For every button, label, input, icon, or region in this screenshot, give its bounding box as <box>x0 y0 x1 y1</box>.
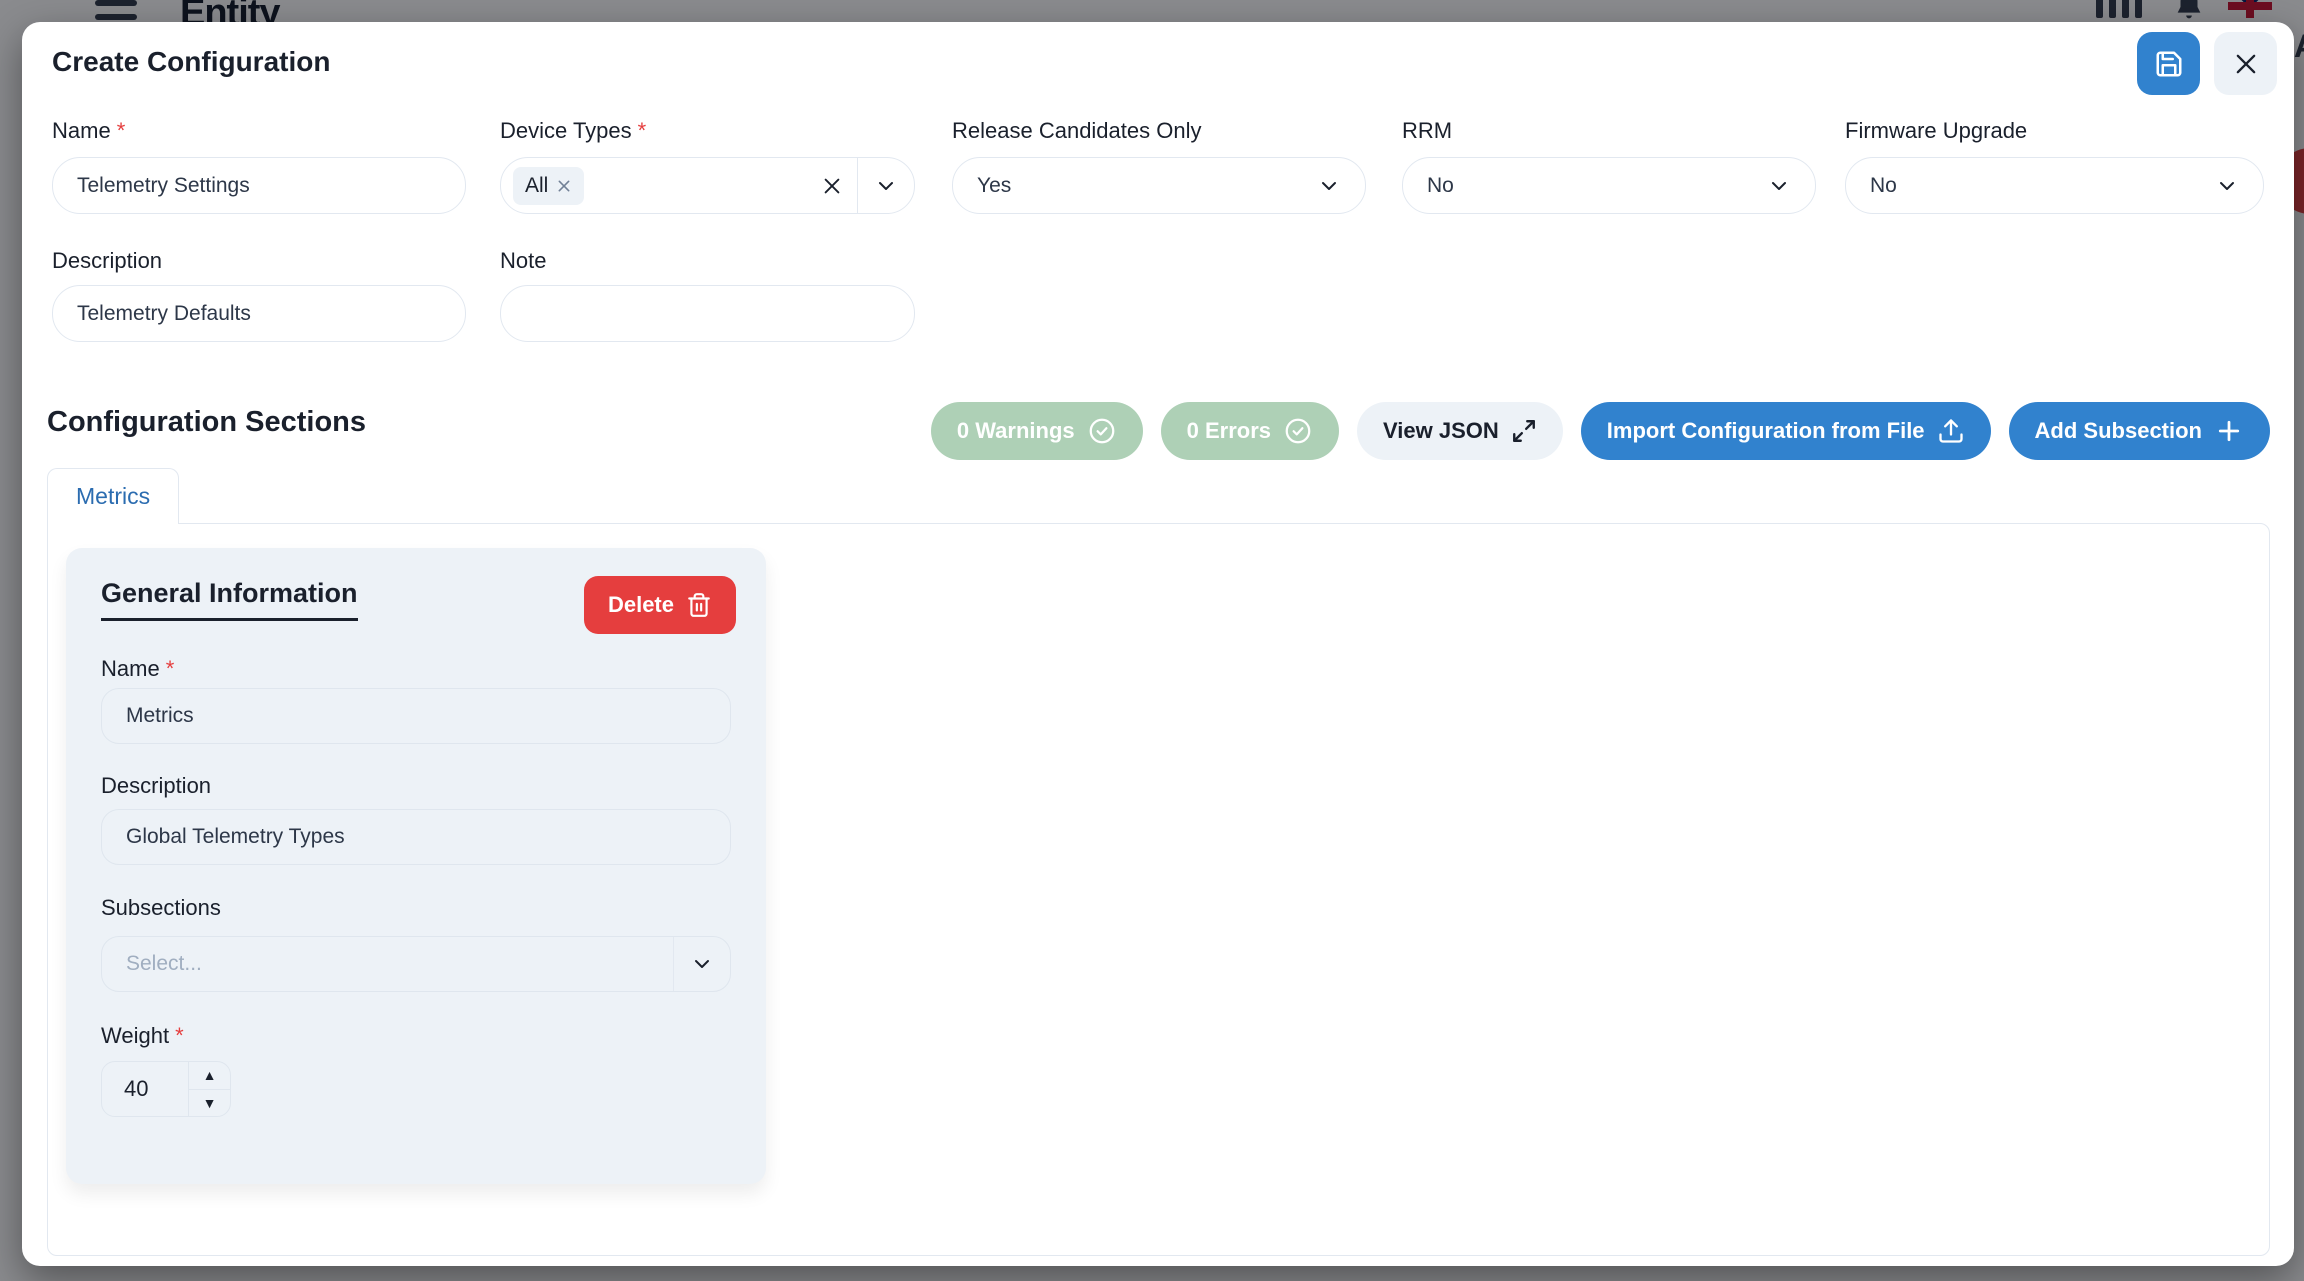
delete-section-button[interactable]: Delete <box>584 576 736 634</box>
subsections-label: Subsections <box>101 895 221 921</box>
stepper-down-icon[interactable]: ▼ <box>189 1090 230 1117</box>
chevron-down-icon[interactable] <box>858 174 914 198</box>
release-candidates-select[interactable]: Yes <box>952 157 1366 214</box>
check-circle-icon <box>1283 416 1313 446</box>
subsections-select[interactable]: Select... <box>101 936 731 992</box>
card-title: General Information <box>101 578 358 621</box>
section-name-input[interactable] <box>101 688 731 744</box>
chevron-down-icon <box>2215 174 2239 198</box>
expand-icon <box>1511 418 1537 444</box>
rrm-select[interactable]: No <box>1402 157 1816 214</box>
section-name-label: Name* <box>101 656 174 682</box>
save-button[interactable] <box>2137 32 2200 95</box>
release-candidates-label: Release Candidates Only <box>952 118 1201 144</box>
check-circle-icon <box>1087 416 1117 446</box>
view-json-button[interactable]: View JSON <box>1357 402 1563 460</box>
weight-label: Weight* <box>101 1023 184 1049</box>
add-subsection-button[interactable]: Add Subsection <box>2009 402 2270 460</box>
close-icon <box>2232 50 2260 78</box>
device-type-chip[interactable]: All <box>513 167 584 205</box>
section-actions: 0 Warnings 0 Errors View JSON <box>931 402 2270 460</box>
stepper-up-icon[interactable]: ▲ <box>189 1062 230 1090</box>
device-types-select[interactable]: All <box>500 157 915 214</box>
save-icon <box>2154 49 2184 79</box>
name-label: Name* <box>52 118 125 144</box>
tab-metrics[interactable]: Metrics <box>47 468 179 524</box>
trash-icon <box>686 592 712 618</box>
weight-stepper[interactable]: ▲ ▼ <box>101 1061 231 1117</box>
device-types-label: Device Types* <box>500 118 646 144</box>
metrics-tab-panel: General Information Delete Name* Desc <box>47 523 2270 1256</box>
section-description-label: Description <box>101 773 211 799</box>
configuration-sections-title: Configuration Sections <box>47 406 366 439</box>
plus-icon <box>2214 416 2244 446</box>
upload-icon <box>1937 417 1965 445</box>
create-configuration-modal: Create Configuration Name* Device Types*… <box>22 22 2294 1266</box>
clear-selection-icon[interactable] <box>807 175 857 197</box>
section-description-input[interactable] <box>101 809 731 865</box>
note-label: Note <box>500 248 546 274</box>
chevron-down-icon <box>1317 174 1341 198</box>
weight-input[interactable] <box>102 1062 188 1116</box>
description-label: Description <box>52 248 162 274</box>
name-input[interactable] <box>52 157 466 214</box>
chip-remove-icon[interactable] <box>556 178 572 194</box>
close-button[interactable] <box>2214 32 2277 95</box>
rrm-label: RRM <box>1402 118 1452 144</box>
chevron-down-icon <box>674 952 730 976</box>
errors-badge[interactable]: 0 Errors <box>1161 402 1339 460</box>
import-configuration-button[interactable]: Import Configuration from File <box>1581 402 1991 460</box>
description-input[interactable] <box>52 285 466 342</box>
general-information-card: General Information Delete Name* Desc <box>66 548 766 1184</box>
firmware-upgrade-select[interactable]: No <box>1845 157 2264 214</box>
warnings-badge[interactable]: 0 Warnings <box>931 402 1143 460</box>
modal-title: Create Configuration <box>52 46 330 78</box>
firmware-upgrade-label: Firmware Upgrade <box>1845 118 2027 144</box>
note-input[interactable] <box>500 285 915 342</box>
chevron-down-icon <box>1767 174 1791 198</box>
